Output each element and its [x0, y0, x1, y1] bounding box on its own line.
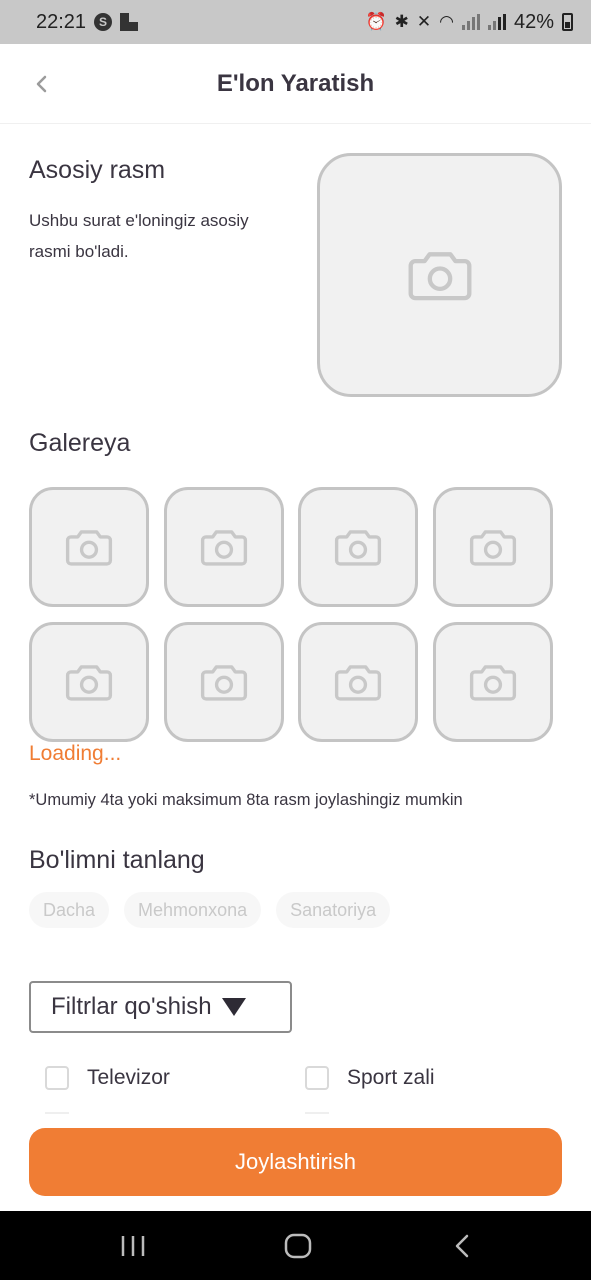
gallery-photo-slot[interactable] — [163, 487, 284, 607]
camera-icon — [200, 665, 247, 701]
battery-icon — [562, 13, 573, 31]
chip-sanatoriya[interactable]: Sanatoriya — [276, 892, 391, 928]
gallery-photo-slot[interactable] — [432, 622, 553, 742]
gallery-photo-slot[interactable] — [29, 487, 149, 607]
main-photo-title: Asosiy rasm — [29, 156, 166, 184]
app-header: E'lon Yaratish — [0, 44, 591, 124]
camera-icon — [469, 665, 516, 701]
bluetooth-icon: ✱ — [394, 12, 409, 31]
filter-item-label: Sport zali — [347, 1066, 435, 1089]
gallery-note: *Umumiy 4ta yoki maksimum 8ta rasm joyla… — [29, 791, 463, 809]
add-filters-label: Filtrlar qo'shish — [51, 993, 212, 1020]
filter-item-sport-zali[interactable]: Sport zali — [305, 1066, 435, 1090]
gallery-photo-slot[interactable] — [298, 487, 418, 607]
gallery-photo-slot[interactable] — [29, 622, 149, 742]
filter-item-label: Televizor — [87, 1066, 170, 1089]
checkbox[interactable] — [45, 1066, 69, 1090]
status-bar: 22:21 S ⏰ ✱ ✕ ◠ 42% — [0, 0, 591, 44]
status-right: ⏰ ✱ ✕ ◠ 42% — [365, 11, 573, 34]
camera-icon — [408, 252, 471, 301]
mute-icon: ✕ — [416, 12, 432, 31]
category-chips: Dacha Mehmonxona Sanatoriya — [29, 892, 391, 928]
add-filters-button[interactable]: Filtrlar qo'shish — [29, 981, 292, 1033]
main-photo-description: Ushbu surat e'loningiz asosiy rasmi bo'l… — [29, 211, 249, 261]
gallery-title: Galereya — [29, 429, 131, 457]
checkbox[interactable] — [305, 1066, 329, 1090]
back-nav-icon[interactable] — [450, 1233, 476, 1259]
gallery-photo-slot[interactable] — [432, 487, 553, 607]
gallery-photo-slot[interactable] — [163, 622, 284, 742]
system-nav-bar — [0, 1211, 591, 1280]
battery-percent: 42% — [513, 10, 554, 33]
app-badge-icon: S — [94, 13, 113, 31]
status-left: 22:21 S — [36, 10, 139, 34]
recent-apps-icon[interactable] — [118, 1233, 148, 1259]
category-title: Bo'limni tanlang — [29, 846, 205, 874]
camera-icon — [469, 530, 516, 566]
signal-icon — [461, 14, 480, 30]
loading-text: Loading... — [29, 742, 122, 765]
signal-icon-2 — [487, 14, 506, 30]
submit-button[interactable]: Joylashtirish — [29, 1128, 562, 1196]
camera-icon — [200, 530, 247, 566]
alarm-icon: ⏰ — [365, 12, 387, 31]
main-photo-upload[interactable] — [317, 153, 562, 397]
wifi-icon: ◠ — [439, 12, 454, 31]
status-time: 22:21 — [36, 10, 87, 33]
page-title: E'lon Yaratish — [216, 70, 375, 97]
home-icon[interactable] — [283, 1233, 313, 1259]
checkbox-partial — [305, 1112, 329, 1120]
triangle-down-icon — [221, 998, 246, 1016]
gallery-photo-slot[interactable] — [298, 622, 418, 742]
camera-icon — [65, 665, 113, 701]
app-notification-icon — [120, 13, 139, 31]
checkbox-partial — [45, 1112, 69, 1120]
chip-mehmonxona[interactable]: Mehmonxona — [124, 892, 262, 928]
camera-icon — [334, 530, 382, 566]
camera-icon — [65, 530, 113, 566]
camera-icon — [334, 665, 382, 701]
filter-item-televizor[interactable]: Televizor — [45, 1066, 170, 1090]
chip-dacha[interactable]: Dacha — [29, 892, 110, 928]
